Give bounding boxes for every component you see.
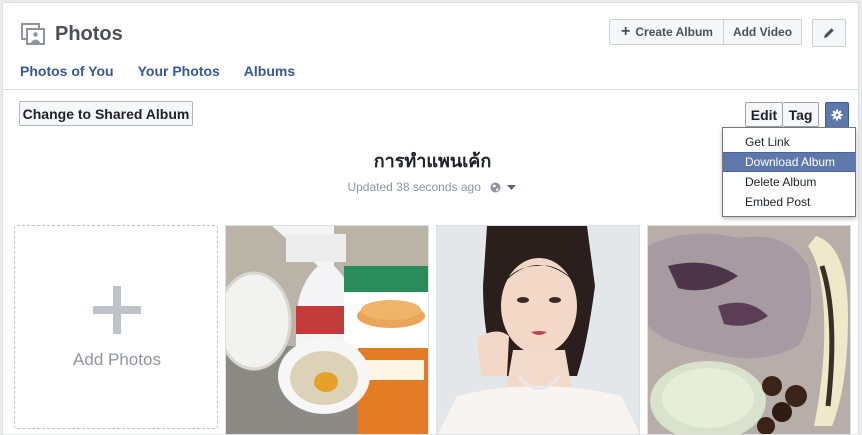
add-photos-tile[interactable]: Add Photos	[14, 225, 218, 429]
album-photo[interactable]	[436, 225, 640, 435]
album-options-menu: Get Link Download Album Delete Album Emb…	[722, 127, 856, 217]
album-options-button[interactable]	[825, 102, 849, 128]
chevron-down-icon	[506, 184, 516, 190]
photo-ingredients	[226, 226, 428, 434]
create-album-button[interactable]: + Create Album	[609, 19, 724, 45]
photos-icon	[21, 23, 45, 45]
page-title: Photos	[55, 23, 123, 45]
plus-icon: +	[621, 22, 631, 40]
add-video-button[interactable]: Add Video	[723, 19, 802, 45]
gear-icon	[831, 109, 843, 121]
album-photo[interactable]	[225, 225, 429, 435]
updated-timestamp: Updated 38 seconds ago	[347, 179, 481, 194]
photo-dessert	[648, 226, 850, 434]
change-to-shared-album-button[interactable]: Change to Shared Album	[19, 101, 193, 126]
pencil-icon	[824, 28, 834, 38]
tab-albums[interactable]: Albums	[244, 63, 295, 79]
tab-photos-of-you[interactable]: Photos of You	[20, 63, 114, 79]
edit-album-button[interactable]: Edit	[745, 102, 783, 127]
menu-item-get-link[interactable]: Get Link	[723, 132, 855, 152]
globe-icon	[490, 182, 501, 193]
photos-card: Photos + Create Album Add Video Photos o…	[2, 2, 859, 435]
menu-item-download-album[interactable]: Download Album	[723, 152, 855, 172]
photos-tabs: Photos of You Your Photos Albums	[20, 63, 295, 79]
tab-your-photos[interactable]: Your Photos	[138, 63, 220, 79]
create-album-label: Create Album	[635, 25, 713, 39]
privacy-selector[interactable]	[490, 180, 516, 194]
plus-icon	[93, 286, 141, 334]
edit-page-button[interactable]	[812, 19, 846, 47]
menu-item-delete-album[interactable]: Delete Album	[723, 172, 855, 192]
tag-button[interactable]: Tag	[783, 102, 819, 127]
photo-portrait	[437, 226, 639, 434]
add-photos-label: Add Photos	[73, 350, 161, 369]
header-divider	[3, 89, 858, 90]
menu-item-embed-post[interactable]: Embed Post	[723, 192, 855, 212]
album-photo[interactable]	[647, 225, 851, 435]
